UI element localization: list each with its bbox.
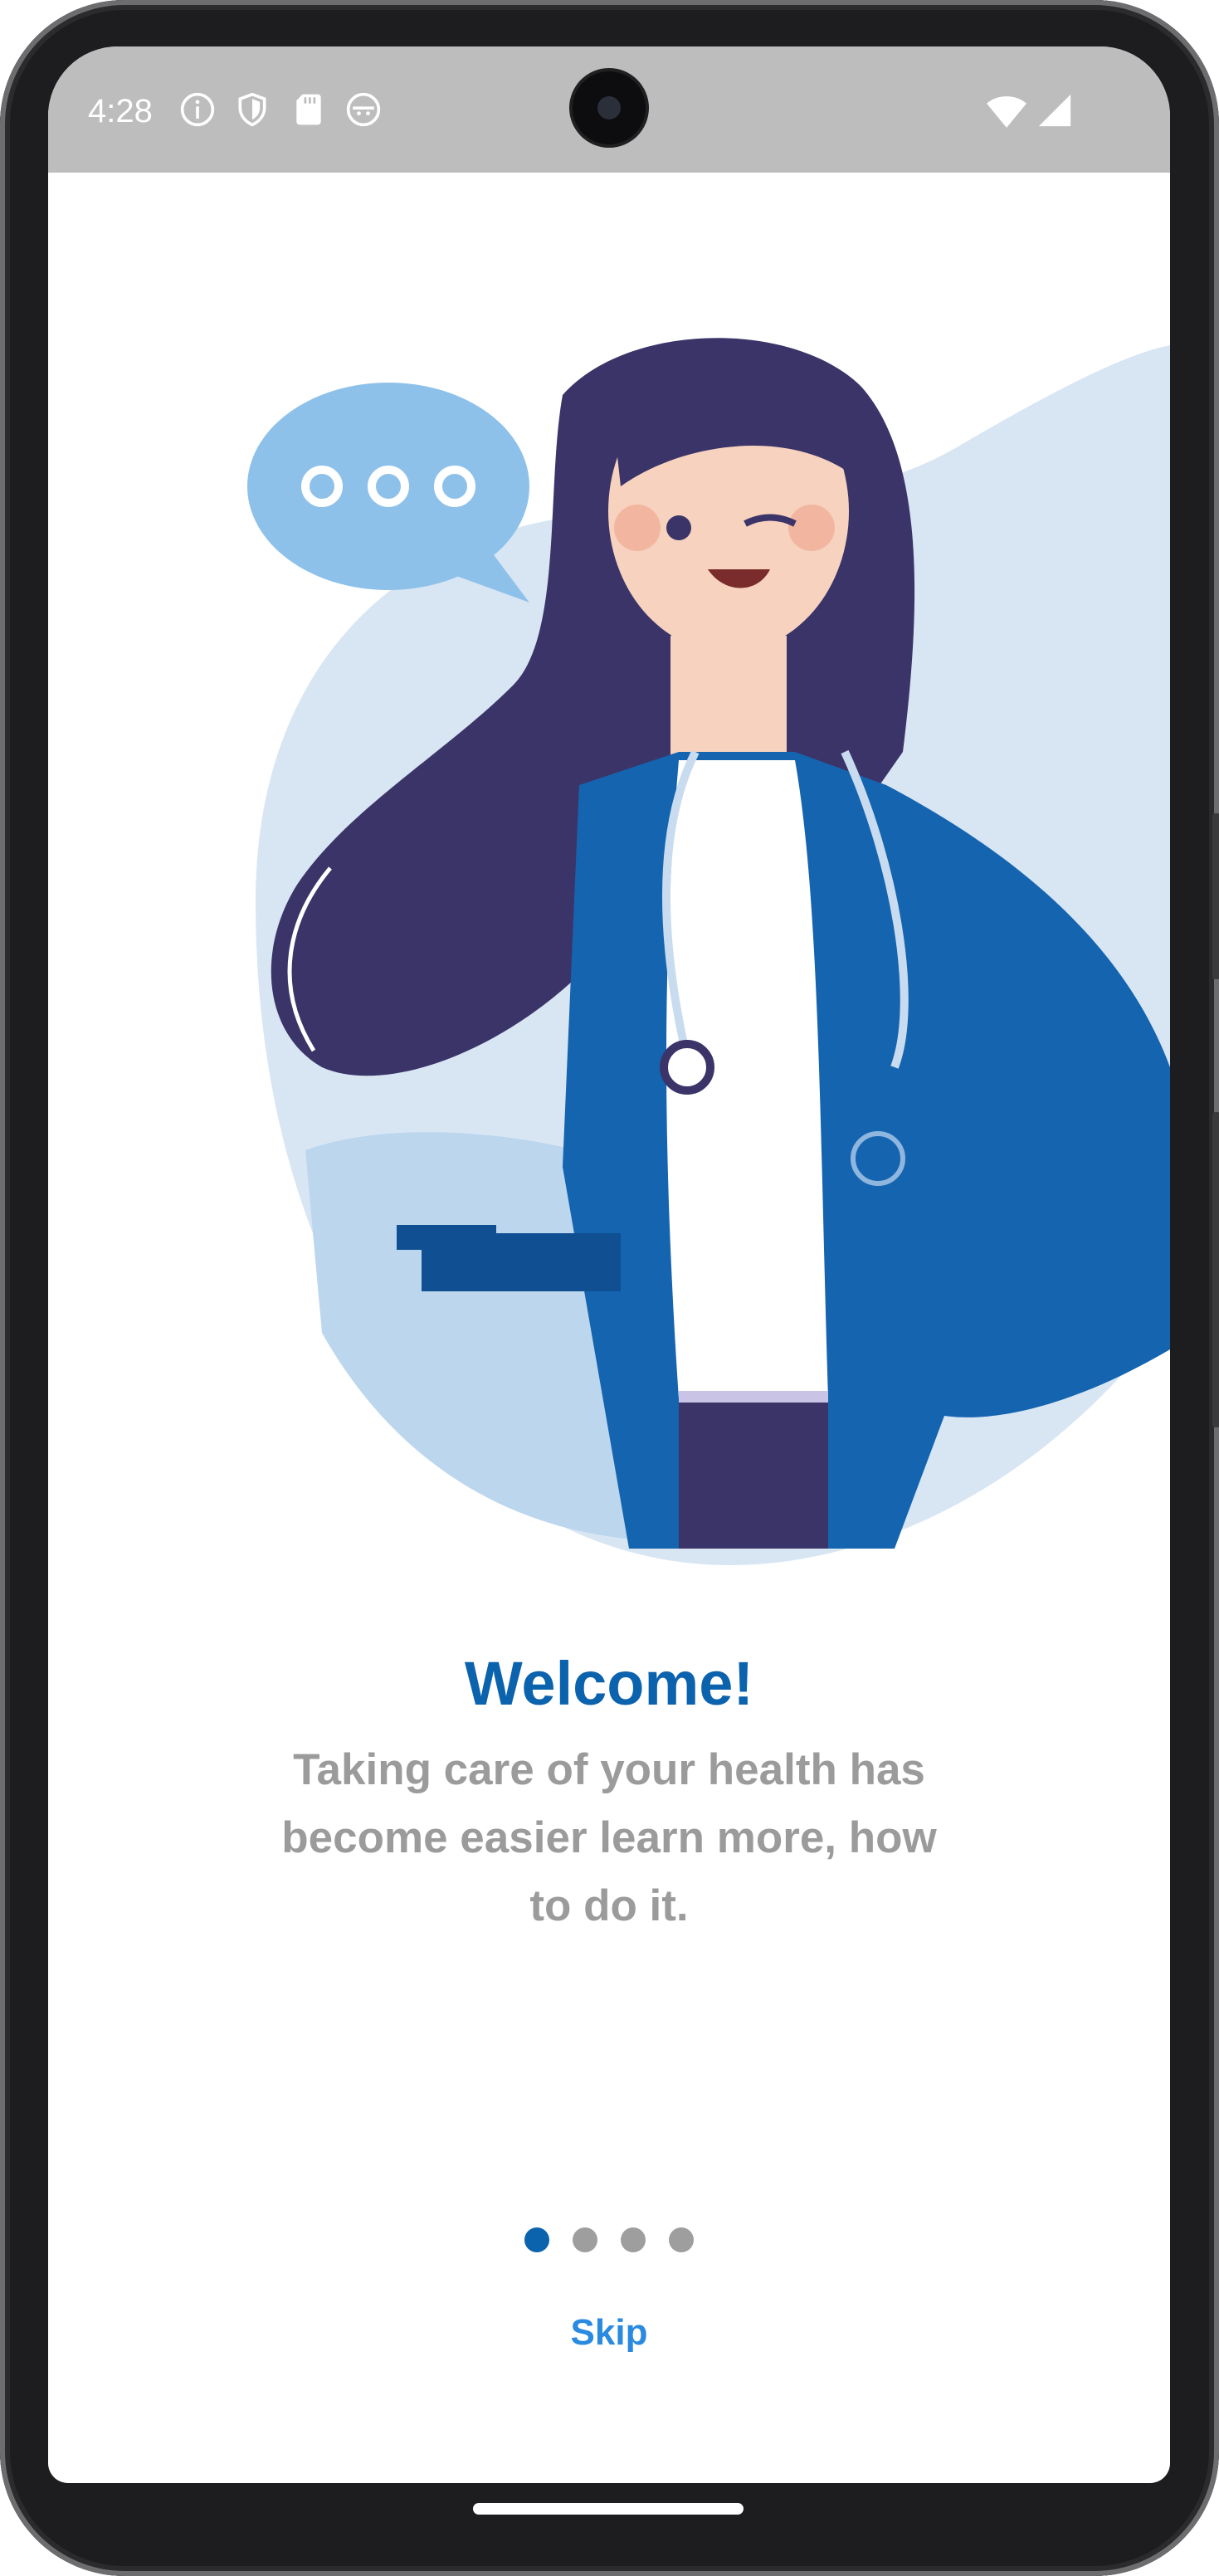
page-dot-1[interactable]	[524, 2227, 549, 2252]
status-time: 4:28	[88, 93, 153, 129]
welcome-title: Welcome!	[464, 1649, 754, 1718]
front-camera	[573, 71, 646, 144]
screen: 4:28 Welcome! Taking care of your health…	[48, 46, 1170, 2483]
shield-icon	[238, 92, 266, 127]
status-bar: 4:28	[48, 46, 1170, 173]
welcome-subtitle: Taking care of your health has become ea…	[281, 1745, 937, 1930]
phone-frame: 4:28 Welcome! Taking care of your health…	[0, 0, 1219, 2576]
doctor-illustration	[247, 338, 1170, 1565]
page-dot-2[interactable]	[573, 2227, 597, 2252]
page-dot-3[interactable]	[621, 2227, 646, 2252]
skip-button[interactable]: Skip	[48, 2312, 1170, 2354]
page-indicator	[48, 2227, 1170, 2252]
signal-icon	[1038, 94, 1071, 127]
volume-button	[1212, 813, 1219, 979]
wifi-icon	[987, 96, 1026, 128]
info-icon	[180, 92, 215, 127]
home-indicator[interactable]	[473, 2503, 744, 2515]
face-icon	[346, 92, 381, 127]
sd-card-icon	[296, 94, 321, 125]
power-button	[1212, 1112, 1219, 1427]
page-dot-4[interactable]	[669, 2227, 694, 2252]
